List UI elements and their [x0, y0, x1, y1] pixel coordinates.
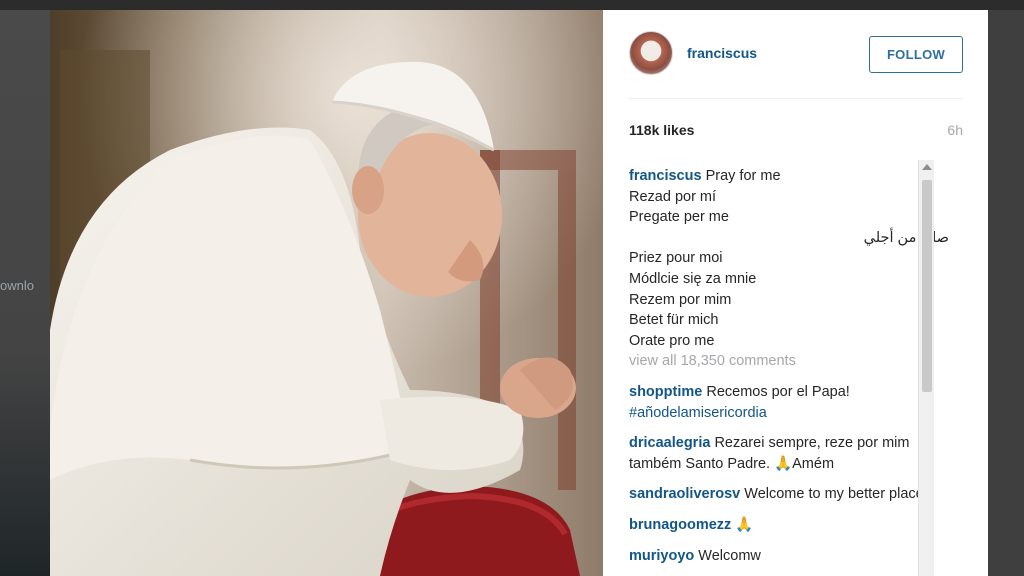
hashtag-link[interactable]: #añodelamisericordia: [629, 405, 767, 421]
scroll-thumb[interactable]: [922, 180, 932, 392]
comment-item: dricaalegria Rezarei sempre, reze por mi…: [629, 433, 949, 474]
post-header: franciscus FOLLOW: [629, 30, 963, 76]
comments-list: franciscus Pray for me Rezad por mí Preg…: [629, 166, 949, 576]
post-time[interactable]: 6h: [947, 122, 963, 138]
comment-username-link[interactable]: shopptime: [629, 384, 702, 400]
comment-item: brunagoomezz 🙏: [629, 515, 949, 536]
photo-illustration: [50, 10, 603, 576]
caption: franciscus Pray for me Rezad por mí Preg…: [629, 166, 949, 351]
caption-line: Orate pro me: [629, 332, 715, 349]
caption-line: Priez pour moi: [629, 250, 723, 267]
comment-text: 🙏: [735, 516, 754, 533]
caption-line: Rezad por mí: [629, 188, 717, 205]
caption-username-link[interactable]: franciscus: [629, 168, 702, 184]
likes-row: 118k likes 6h: [629, 122, 963, 138]
comments-scrollbar[interactable]: [918, 160, 934, 576]
background-download-text: ownlo: [0, 278, 34, 293]
comment-text: Welcomw: [698, 547, 761, 564]
profile-avatar[interactable]: [629, 31, 673, 75]
post-modal: franciscus FOLLOW 118k likes 6h francisc…: [50, 10, 988, 576]
header-username-link[interactable]: franciscus: [687, 45, 757, 61]
caption-line: Rezem por mim: [629, 291, 732, 308]
caption-line: Betet für mich: [629, 312, 719, 329]
comment-item: shopptime Recemos por el Papa! #añodelam…: [629, 382, 949, 423]
caption-line: Módlcie się za mnie: [629, 270, 757, 287]
comment-item: muriyoyo Welcomw: [629, 546, 949, 567]
background-page-right: [988, 10, 1024, 576]
comment-text: Recemos por el Papa!: [706, 383, 850, 400]
comment-text: Welcome to my better place!: [744, 486, 928, 503]
comment-username-link[interactable]: dricaalegria: [629, 435, 710, 451]
background-top-bar: [0, 0, 1024, 10]
header-divider: [629, 98, 963, 99]
post-photo[interactable]: [50, 10, 603, 576]
comment-username-link[interactable]: brunagoomezz: [629, 517, 731, 533]
comment-username-link[interactable]: sandraoliverosv: [629, 486, 740, 502]
caption-line: franciscus Pray for me: [629, 168, 781, 184]
view-all-comments-link[interactable]: view all 18,350 comments: [629, 351, 949, 372]
comment-item: sandraoliverosv Welcome to my better pla…: [629, 484, 949, 505]
caption-line: Pregate per me: [629, 209, 729, 226]
likes-count[interactable]: 118k likes: [629, 122, 694, 138]
caption-line: صلوا من أجلي: [863, 229, 949, 246]
scroll-up-arrow-icon[interactable]: [922, 164, 932, 170]
comment-username-link[interactable]: muriyoyo: [629, 548, 694, 564]
follow-button[interactable]: FOLLOW: [869, 36, 963, 73]
background-page-left: ownlo: [0, 10, 50, 576]
